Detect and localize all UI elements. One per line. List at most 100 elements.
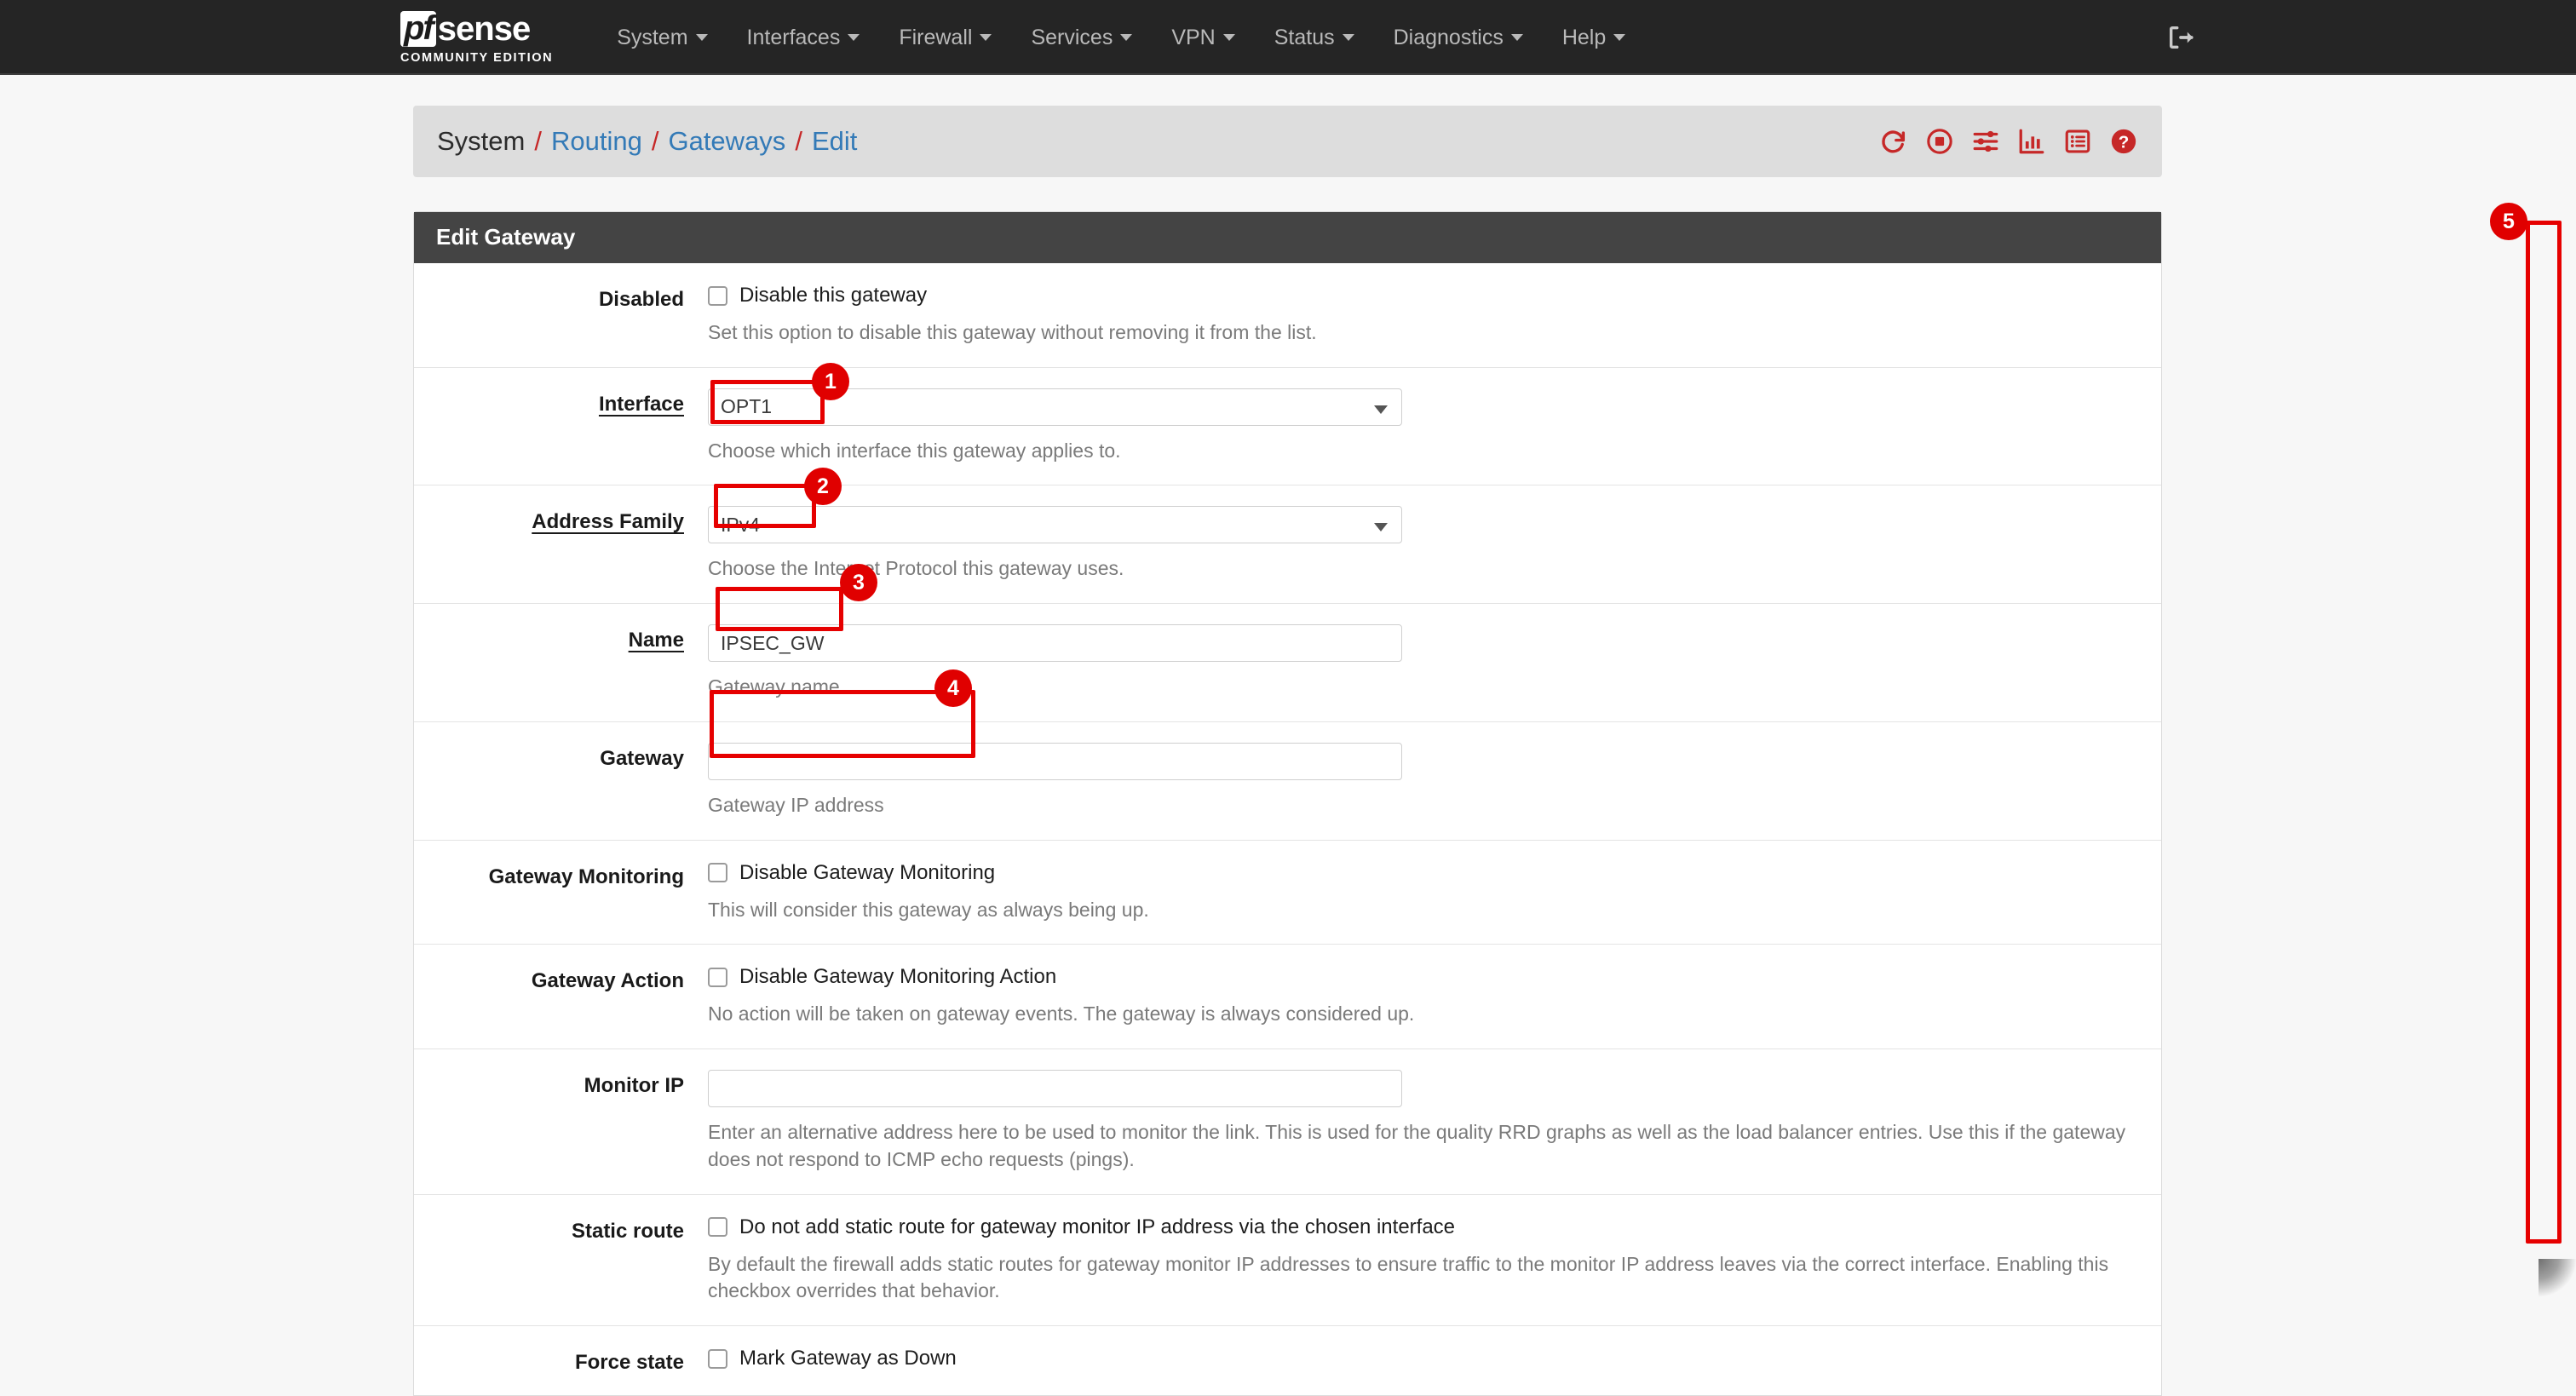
- field-body-disabled: Disable this gateway Set this option to …: [708, 284, 2161, 347]
- chevron-down-icon: [1343, 34, 1354, 41]
- name-input-value: IPSEC_GW: [721, 632, 824, 655]
- form-row-disabled: Disabled Disable this gateway Set this o…: [414, 263, 2161, 368]
- form-row-gateway-action: Gateway Action Disable Gateway Monitorin…: [414, 945, 2161, 1049]
- form-row-address-family: Address Family IPv4 Choose the Internet …: [414, 485, 2161, 604]
- form-row-monitor-ip: Monitor IP Enter an alternative address …: [414, 1049, 2161, 1194]
- nav-item-interfaces[interactable]: Interfaces: [727, 0, 880, 75]
- annotation-badge-4: 4: [934, 669, 972, 707]
- chevron-down-icon: [848, 34, 860, 41]
- breadcrumb-link-gateways[interactable]: Gateways: [668, 126, 785, 157]
- navbar-inner: pf sense COMMUNITY EDITION System Interf…: [400, 0, 1645, 75]
- help-circle-icon[interactable]: ?: [2109, 127, 2138, 156]
- field-label-interface: Interface: [414, 388, 708, 465]
- field-help-name: Gateway name: [708, 674, 2136, 701]
- breadcrumb-separator: /: [652, 126, 659, 157]
- interface-select-value: OPT1: [721, 395, 772, 418]
- chevron-down-icon: [1511, 34, 1523, 41]
- checkbox-label: Disable this gateway: [739, 284, 927, 307]
- field-body-interface: OPT1 Choose which interface this gateway…: [708, 388, 2161, 465]
- form-row-interface: Interface OPT1 Choose which interface th…: [414, 368, 2161, 486]
- field-help-gateway-monitoring: This will consider this gateway as alway…: [708, 897, 2136, 924]
- checkbox-label: Disable Gateway Monitoring Action: [739, 965, 1056, 989]
- nav-item-label: Services: [1031, 26, 1113, 50]
- checkbox-icon[interactable]: [708, 1349, 727, 1369]
- field-label-name: Name: [414, 624, 708, 701]
- breadcrumb-link-routing[interactable]: Routing: [551, 126, 642, 157]
- checkbox-disable-this-gateway[interactable]: Disable this gateway: [708, 284, 2136, 307]
- nav-item-label: Interfaces: [747, 26, 841, 50]
- nav-item-diagnostics[interactable]: Diagnostics: [1374, 0, 1543, 75]
- field-body-address-family: IPv4 Choose the Internet Protocol this g…: [708, 506, 2161, 583]
- logout-button[interactable]: [2155, 0, 2206, 75]
- field-label-gateway-monitoring: Gateway Monitoring: [414, 861, 708, 924]
- brand-subtitle: COMMUNITY EDITION: [400, 52, 553, 65]
- field-body-monitor-ip: Enter an alternative address here to be …: [708, 1070, 2161, 1173]
- checkbox-do-not-add-static-route[interactable]: Do not add static route for gateway moni…: [708, 1215, 2136, 1239]
- checkbox-disable-gateway-monitoring-action[interactable]: Disable Gateway Monitoring Action: [708, 965, 2136, 989]
- field-help-interface: Choose which interface this gateway appl…: [708, 438, 2136, 465]
- field-label-address-family: Address Family: [414, 506, 708, 583]
- checkbox-disable-gateway-monitoring[interactable]: Disable Gateway Monitoring: [708, 861, 2136, 885]
- form-row-gateway-monitoring: Gateway Monitoring Disable Gateway Monit…: [414, 841, 2161, 945]
- address-family-select[interactable]: IPv4: [708, 506, 1402, 543]
- breadcrumb-separator: /: [795, 126, 802, 157]
- brand-mark: pf: [400, 11, 436, 47]
- field-label-gateway-action: Gateway Action: [414, 965, 708, 1028]
- chevron-down-icon: [1120, 34, 1132, 41]
- logout-icon: [2166, 23, 2195, 52]
- breadcrumb: System / Routing / Gateways / Edit: [437, 126, 857, 157]
- nav-item-label: System: [617, 26, 687, 50]
- edit-gateway-panel: Edit Gateway Disabled Disable this gatew…: [413, 211, 2162, 1396]
- checkbox-icon[interactable]: [708, 863, 727, 882]
- nav-item-status[interactable]: Status: [1255, 0, 1374, 75]
- address-family-select-value: IPv4: [721, 514, 760, 537]
- sliders-icon[interactable]: [1971, 127, 2000, 156]
- chevron-down-icon: [1613, 34, 1625, 41]
- field-body-static-route: Do not add static route for gateway moni…: [708, 1215, 2161, 1305]
- chevron-down-icon: [980, 34, 992, 41]
- checkbox-icon[interactable]: [708, 286, 727, 306]
- nav-item-label: Help: [1562, 26, 1606, 50]
- breadcrumb-bar: System / Routing / Gateways / Edit: [413, 106, 2162, 177]
- pfsense-logo[interactable]: pf sense COMMUNITY EDITION: [400, 11, 553, 65]
- annotation-badge-3: 3: [840, 564, 877, 601]
- brand-logo-row: pf sense: [400, 11, 553, 47]
- gateway-input[interactable]: [708, 743, 1402, 780]
- restart-icon[interactable]: [1879, 127, 1908, 156]
- nav-item-label: Status: [1274, 26, 1335, 50]
- field-help-disabled: Set this option to disable this gateway …: [708, 319, 2136, 347]
- nav-item-help[interactable]: Help: [1543, 0, 1645, 75]
- name-input[interactable]: IPSEC_GW: [708, 624, 1402, 662]
- breadcrumb-link-edit[interactable]: Edit: [812, 126, 857, 157]
- field-label-static-route: Static route: [414, 1215, 708, 1305]
- nav-item-services[interactable]: Services: [1011, 0, 1152, 75]
- nav-item-label: Firewall: [899, 26, 972, 50]
- form-row-gateway: Gateway Gateway IP address: [414, 722, 2161, 841]
- checkbox-icon[interactable]: [708, 968, 727, 987]
- monitor-ip-input[interactable]: [708, 1070, 1402, 1107]
- svg-text:?: ?: [2119, 133, 2130, 152]
- checkbox-label: Mark Gateway as Down: [739, 1347, 957, 1370]
- nav-item-system[interactable]: System: [597, 0, 727, 75]
- chevron-down-icon: [1223, 34, 1235, 41]
- bar-chart-icon[interactable]: [2017, 127, 2046, 156]
- brand-word: sense: [438, 13, 530, 45]
- checkbox-mark-gateway-as-down[interactable]: Mark Gateway as Down: [708, 1347, 2136, 1370]
- nav-item-vpn[interactable]: VPN: [1152, 0, 1254, 75]
- checkbox-label: Do not add static route for gateway moni…: [739, 1215, 1455, 1239]
- breadcrumb-icon-group: ?: [1879, 127, 2138, 156]
- field-help-static-route: By default the firewall adds static rout…: [708, 1251, 2136, 1305]
- list-icon[interactable]: [2063, 127, 2092, 156]
- breadcrumb-separator: /: [534, 126, 542, 157]
- halt-icon[interactable]: [1925, 127, 1954, 156]
- nav-item-label: Diagnostics: [1394, 26, 1504, 50]
- field-help-address-family: Choose the Internet Protocol this gatewa…: [708, 555, 2136, 583]
- field-label-gateway: Gateway: [414, 743, 708, 819]
- checkbox-icon[interactable]: [708, 1217, 727, 1237]
- annotation-badge-2: 2: [804, 468, 842, 505]
- annotation-badge-5: 5: [2490, 203, 2527, 240]
- field-body-gateway: Gateway IP address: [708, 743, 2161, 819]
- nav-item-firewall[interactable]: Firewall: [879, 0, 1011, 75]
- interface-select[interactable]: OPT1: [708, 388, 1402, 426]
- field-body-gateway-action: Disable Gateway Monitoring Action No act…: [708, 965, 2161, 1028]
